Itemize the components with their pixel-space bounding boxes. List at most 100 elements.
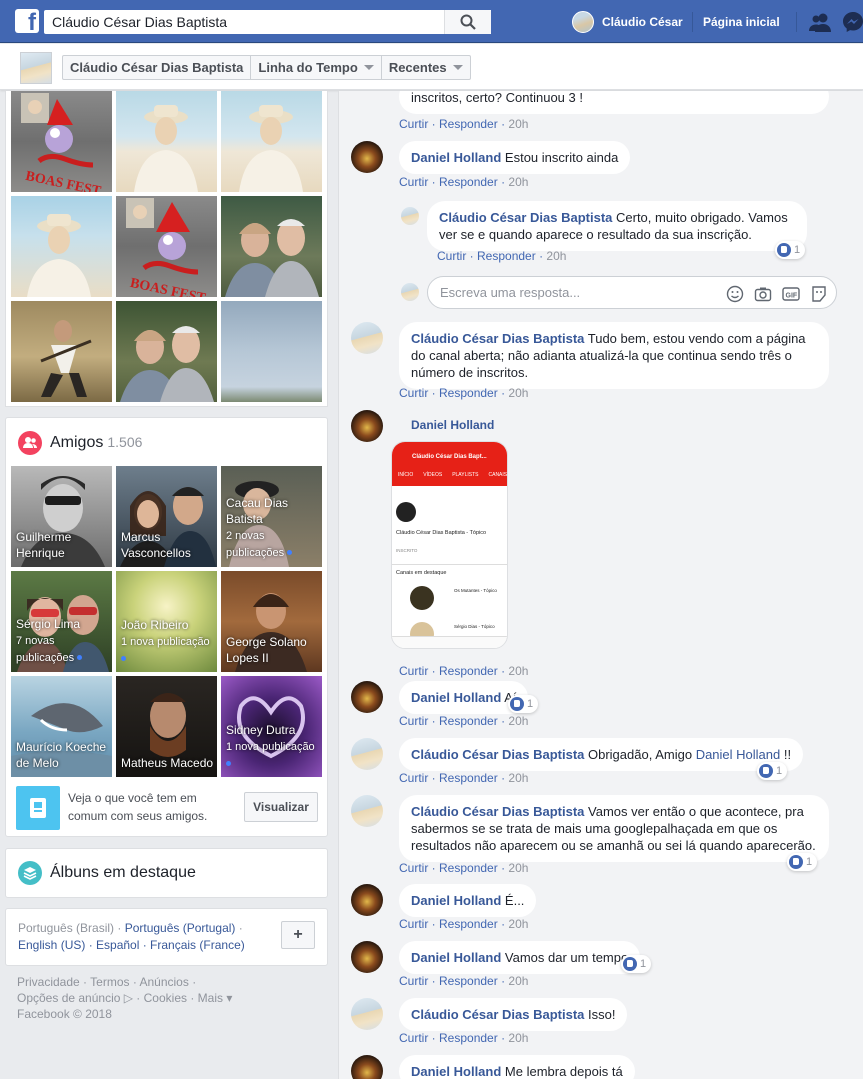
comment-bubble: Daniel Holland É... xyxy=(399,884,537,917)
reply-link[interactable]: Responder xyxy=(439,714,498,728)
like-link[interactable]: Curtir xyxy=(399,917,428,931)
like-link[interactable]: Curtir xyxy=(399,974,428,988)
avatar[interactable] xyxy=(351,681,383,713)
like-link[interactable]: Curtir xyxy=(399,664,428,678)
profile-link[interactable]: Cláudio César xyxy=(572,10,683,34)
mention-link[interactable]: Daniel Holland xyxy=(696,747,781,762)
reaction-count[interactable]: 1 xyxy=(757,762,788,780)
reply-link[interactable]: Responder xyxy=(439,1031,498,1045)
friend-requests-icon[interactable] xyxy=(808,11,832,33)
youtube-bottom-nav xyxy=(392,636,507,648)
reply-link[interactable]: Responder xyxy=(439,117,498,131)
avatar[interactable] xyxy=(351,795,383,827)
divider xyxy=(796,12,797,32)
comment-author[interactable]: Daniel Holland xyxy=(411,950,501,965)
friend-tile[interactable]: Marcus Vasconcellos xyxy=(116,466,217,567)
profile-thumbnail[interactable] xyxy=(20,52,52,84)
reaction-count[interactable]: 1 xyxy=(787,853,818,871)
photo-thumbnail[interactable] xyxy=(221,91,322,192)
avatar[interactable] xyxy=(401,207,419,225)
search-button[interactable] xyxy=(444,10,491,34)
like-link[interactable]: Curtir xyxy=(399,861,428,875)
reply-link[interactable]: Responder xyxy=(439,771,498,785)
comment-author[interactable]: Daniel Holland xyxy=(411,150,501,165)
comment-author[interactable]: Daniel Holland xyxy=(411,418,494,432)
comment-bubble: Cláudio César Dias Baptista Vamos ver en… xyxy=(399,795,829,862)
photo-thumbnail[interactable] xyxy=(116,91,217,192)
reply-link[interactable]: Responder xyxy=(439,175,498,189)
avatar[interactable] xyxy=(351,322,383,354)
photo-thumbnail[interactable] xyxy=(11,301,112,402)
reply-link[interactable]: Responder xyxy=(439,664,498,678)
footer-links[interactable]: Opções de anúncio ▷ · Cookies · Mais ▾ xyxy=(17,990,232,1006)
like-link[interactable]: Curtir xyxy=(399,1031,428,1045)
language-option[interactable]: Português (Portugal) xyxy=(125,921,236,935)
friend-tile[interactable]: Matheus Macedo xyxy=(116,676,217,777)
comment-author[interactable]: Daniel Holland xyxy=(411,1064,501,1079)
photo-thumbnail[interactable]: BOAS FEST xyxy=(116,196,217,297)
facebook-logo[interactable]: f xyxy=(15,9,39,33)
reaction-count[interactable]: 1 xyxy=(621,955,652,973)
comment-author[interactable]: Cláudio César Dias Baptista xyxy=(411,804,584,819)
like-link[interactable]: Curtir xyxy=(399,714,428,728)
comment-author[interactable]: Daniel Holland xyxy=(411,893,501,908)
comment-author[interactable]: Cláudio César Dias Baptista xyxy=(439,210,612,225)
like-link[interactable]: Curtir xyxy=(399,386,428,400)
like-link[interactable]: Curtir xyxy=(399,175,428,189)
reply-link[interactable]: Responder xyxy=(439,861,498,875)
search-icon xyxy=(460,14,476,30)
avatar[interactable] xyxy=(351,410,383,442)
footer-links[interactable]: Privacidade · Termos · Anúncios · xyxy=(17,974,196,990)
messenger-icon[interactable] xyxy=(842,11,863,33)
home-link[interactable]: Página inicial xyxy=(703,10,780,34)
view-mutual-button[interactable]: Visualizar xyxy=(244,792,318,822)
like-link[interactable]: Curtir xyxy=(399,771,428,785)
friend-tile[interactable]: Cacau Dias Batista 2 novas publicações xyxy=(221,466,322,567)
friend-tile[interactable]: Sérgio Lima 7 novas publicações xyxy=(11,571,112,672)
crumb-recent[interactable]: Recentes xyxy=(382,56,470,79)
avatar[interactable] xyxy=(351,1055,383,1079)
friend-tile[interactable]: João Ribeiro 1 nova publicação xyxy=(116,571,217,672)
crumb-profile[interactable]: Cláudio César Dias Baptista xyxy=(63,56,252,79)
friend-tile[interactable]: Sidney Dutra 1 nova publicação xyxy=(221,676,322,777)
photo-thumbnail[interactable] xyxy=(116,301,217,402)
sticker-icon[interactable] xyxy=(810,285,828,303)
avatar[interactable] xyxy=(351,884,383,916)
reaction-count[interactable]: 1 xyxy=(775,241,806,259)
albums-header[interactable]: Álbuns em destaque xyxy=(18,861,196,885)
add-language-button[interactable]: + xyxy=(281,921,315,949)
photo-thumbnail[interactable] xyxy=(221,301,322,402)
crumb-timeline[interactable]: Linha do Tempo xyxy=(251,56,382,79)
avatar xyxy=(401,283,419,301)
camera-icon[interactable] xyxy=(754,285,772,303)
photo-thumbnail[interactable] xyxy=(221,196,322,297)
reply-link[interactable]: Responder xyxy=(477,249,536,263)
search-input[interactable]: Cláudio César Dias Baptista xyxy=(44,10,491,34)
avatar[interactable] xyxy=(351,998,383,1030)
reply-link[interactable]: Responder xyxy=(439,917,498,931)
reply-input[interactable]: Escreva uma resposta... GIF xyxy=(427,276,837,309)
like-link[interactable]: Curtir xyxy=(399,117,428,131)
attached-screenshot[interactable]: Cláudio César Dias Bapt... INÍCIO VÍDEOS P… xyxy=(391,441,508,649)
friends-header[interactable]: Amigos 1.506 xyxy=(18,430,142,455)
reply-link[interactable]: Responder xyxy=(439,974,498,988)
reaction-count[interactable]: 1 xyxy=(508,695,539,713)
gif-icon[interactable]: GIF xyxy=(782,285,800,303)
photo-thumbnail[interactable]: BOAS FEST xyxy=(11,91,112,192)
photo-thumbnail[interactable] xyxy=(11,196,112,297)
avatar[interactable] xyxy=(351,738,383,770)
avatar[interactable] xyxy=(351,941,383,973)
friend-tile[interactable]: George Solano Lopes II xyxy=(221,571,322,672)
comment-author[interactable]: Daniel Holland xyxy=(411,690,501,705)
reply-link[interactable]: Responder xyxy=(439,386,498,400)
comment-author[interactable]: Cláudio César Dias Baptista xyxy=(411,1007,584,1022)
reaction-number: 1 xyxy=(776,765,783,777)
like-link[interactable]: Curtir xyxy=(437,249,466,263)
emoji-icon[interactable] xyxy=(726,285,744,303)
avatar[interactable] xyxy=(351,141,383,173)
language-options[interactable]: English (US) · Español · Français (Franc… xyxy=(18,938,245,952)
friend-tile[interactable]: Maurício Koeche de Melo xyxy=(11,676,112,777)
friend-tile[interactable]: Guilherme Henrique xyxy=(11,466,112,567)
comment-author[interactable]: Cláudio César Dias Baptista xyxy=(411,747,584,762)
comment-author[interactable]: Cláudio César Dias Baptista xyxy=(411,331,584,346)
